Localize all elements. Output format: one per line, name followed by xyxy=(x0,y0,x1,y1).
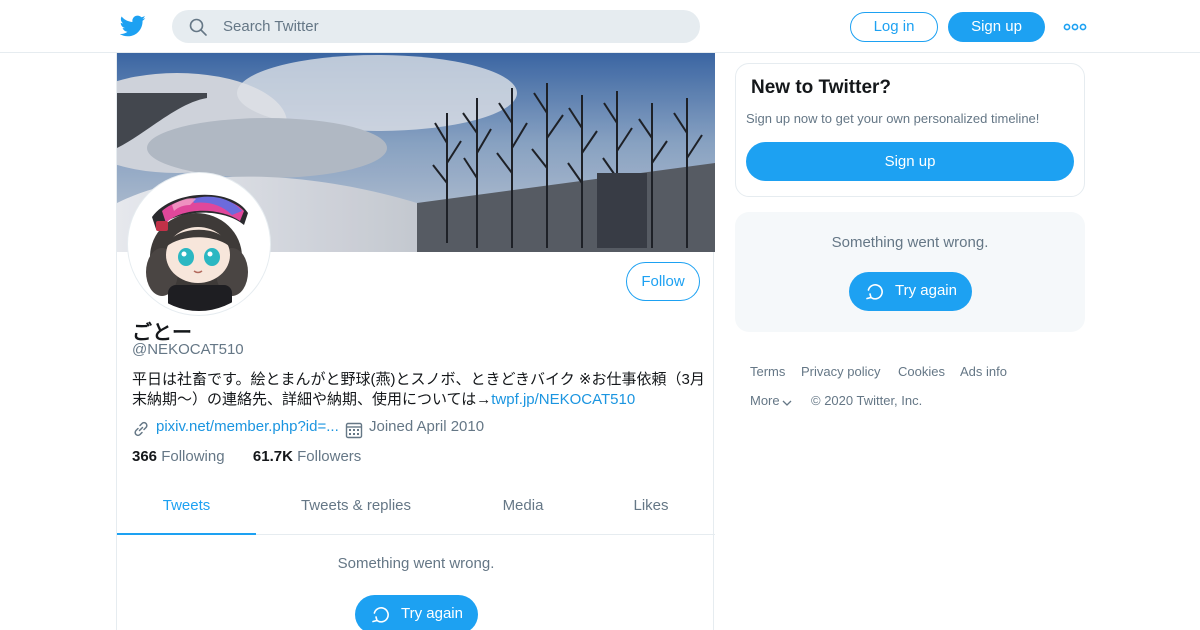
signup-button[interactable]: Sign up xyxy=(948,12,1045,42)
followers-label: Followers xyxy=(297,448,362,465)
followers-count: 61.7K xyxy=(252,448,293,465)
following-label: Following xyxy=(161,448,225,465)
footer-copyright: © 2020 Twitter, Inc. xyxy=(811,393,923,408)
following-link[interactable]: 366 Following xyxy=(132,448,225,465)
profile-avatar[interactable] xyxy=(128,173,270,315)
profile-stats: 366 Following 61.7K Followers xyxy=(132,448,361,465)
timeline-retry-button[interactable]: Try again xyxy=(355,595,478,630)
avatar-illustration xyxy=(132,177,266,311)
login-button[interactable]: Log in xyxy=(850,12,938,42)
twitter-bird-icon[interactable] xyxy=(120,13,146,39)
sidebar-error-text: Something went wrong. xyxy=(831,234,989,251)
profile-join-date: Joined April 2010 xyxy=(369,418,485,435)
followers-link[interactable]: 61.7K Followers xyxy=(253,448,361,465)
search-input[interactable]: Search Twitter xyxy=(172,10,700,43)
link-icon xyxy=(134,421,148,437)
footer-more-label: More xyxy=(750,393,780,408)
footer-privacy-link[interactable]: Privacy policy xyxy=(801,364,880,379)
more-dots-icon[interactable] xyxy=(1063,20,1087,34)
footer-terms-link[interactable]: Terms xyxy=(750,364,785,379)
sidebar-signup-button[interactable]: Sign up xyxy=(746,142,1074,181)
chevron-down-icon xyxy=(782,400,792,406)
profile-bio: 平日は社畜です。絵とまんがと野球(燕)とスノボ、ときどきバイク ※お仕事依頼（3… xyxy=(132,370,707,410)
search-icon xyxy=(189,18,207,36)
search-placeholder: Search Twitter xyxy=(223,18,319,35)
sidebar-error-card: Something went wrong. Try again xyxy=(735,212,1085,332)
footer-cookies-link[interactable]: Cookies xyxy=(898,364,945,379)
retry-label: Try again xyxy=(895,282,957,299)
new-to-twitter-title: New to Twitter? xyxy=(751,77,892,98)
top-navigation-bar: Search Twitter Log in Sign up xyxy=(0,0,1200,53)
retry-label: Try again xyxy=(401,605,463,622)
refresh-icon xyxy=(372,607,389,623)
refresh-icon xyxy=(866,284,883,300)
bio-link[interactable]: twpf.jp/NEKOCAT510 xyxy=(491,391,635,408)
tab-tweets-replies[interactable]: Tweets & replies xyxy=(267,483,445,535)
new-to-twitter-subtitle: Sign up now to get your own personalized… xyxy=(746,111,1040,126)
follow-button[interactable]: Follow xyxy=(626,262,700,301)
tab-media[interactable]: Media xyxy=(475,483,571,535)
footer-ads-link[interactable]: Ads info xyxy=(960,364,1007,379)
new-to-twitter-card: New to Twitter? Sign up now to get your … xyxy=(735,63,1085,197)
tab-likes[interactable]: Likes xyxy=(607,483,695,535)
following-count: 366 xyxy=(132,448,158,465)
tab-tweets[interactable]: Tweets xyxy=(117,483,256,535)
timeline-error-text: Something went wrong. xyxy=(337,555,495,572)
calendar-icon xyxy=(345,422,363,439)
sidebar-retry-button[interactable]: Try again xyxy=(849,272,972,311)
profile-handle: @NEKOCAT510 xyxy=(132,341,244,358)
profile-tabs: Tweets Tweets & replies Media Likes xyxy=(117,483,715,535)
profile-website-link[interactable]: pixiv.net/member.php?id=... xyxy=(156,418,339,435)
footer-more-button[interactable]: More xyxy=(750,393,792,408)
profile-column: Follow ごとー @NEKOCAT510 平日は社畜です。絵とまんがと野球(… xyxy=(116,53,715,630)
